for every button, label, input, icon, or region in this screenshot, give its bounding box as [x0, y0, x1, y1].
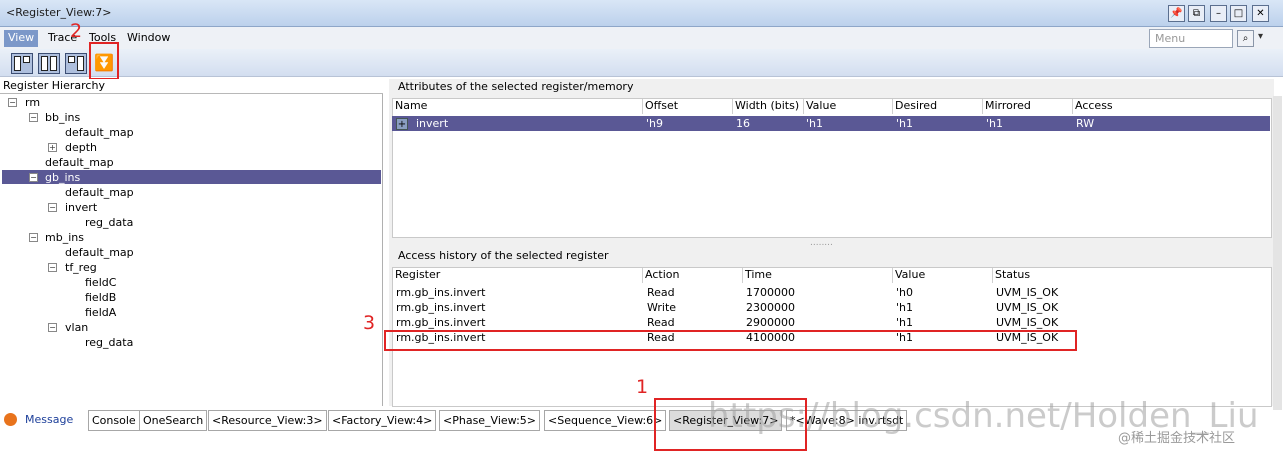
tree-node-mb-ins[interactable]: mb_ins: [45, 230, 84, 245]
col-width[interactable]: Width (bits): [733, 99, 804, 114]
cell-desired: 'h1: [896, 117, 913, 130]
table-cell: Read: [647, 286, 675, 299]
tree-node-reg-data[interactable]: reg_data: [85, 335, 133, 350]
col-time[interactable]: Time: [743, 268, 893, 283]
scrollbar[interactable]: [1273, 96, 1282, 410]
attributes-title: Attributes of the selected register/memo…: [398, 80, 634, 93]
annotation-number-3: 3: [363, 312, 376, 334]
col-status[interactable]: Status: [993, 268, 1271, 283]
annotation-number-1: 1: [636, 376, 649, 398]
tab-factory-view[interactable]: <Factory_View:4>: [328, 410, 437, 431]
collapse-icon[interactable]: −: [48, 263, 57, 272]
col-register[interactable]: Register: [393, 268, 643, 283]
table-cell: UVM_IS_OK: [996, 286, 1059, 299]
layout-right-icon[interactable]: [65, 53, 87, 74]
minimize-button[interactable]: –: [1210, 5, 1227, 22]
tree-node-fieldb[interactable]: fieldB: [85, 290, 116, 305]
table-row: rm.gb_ins.invert: [396, 316, 486, 329]
tree-node-default-map[interactable]: default_map: [65, 245, 134, 260]
annotation-box-3: [384, 330, 1077, 351]
col-action[interactable]: Action: [643, 268, 743, 283]
splitter-handle[interactable]: ........: [810, 236, 833, 251]
hierarchy-tree: [0, 94, 383, 406]
collapse-icon[interactable]: −: [29, 233, 38, 242]
collapse-icon[interactable]: −: [48, 203, 57, 212]
table-row: rm.gb_ins.invert: [396, 301, 486, 314]
close-button[interactable]: ✕: [1252, 5, 1269, 22]
table-cell: 'h0: [896, 286, 913, 299]
tree-node-fieldc[interactable]: fieldC: [85, 275, 116, 290]
expand-icon[interactable]: +: [48, 143, 57, 152]
col-name[interactable]: Name: [393, 99, 643, 114]
chevron-down-icon[interactable]: ▾: [1258, 31, 1263, 42]
cell-value: 'h1: [806, 117, 823, 130]
tree-node-default-map[interactable]: default_map: [45, 155, 114, 170]
tree-node-reg-data[interactable]: reg_data: [85, 215, 133, 230]
tab-console[interactable]: Console: [88, 410, 140, 431]
menu-window[interactable]: Window: [123, 30, 174, 47]
col-offset[interactable]: Offset: [643, 99, 733, 114]
cell-access: RW: [1076, 117, 1095, 130]
col-value[interactable]: Value: [893, 268, 993, 283]
expand-icon[interactable]: +: [396, 118, 408, 130]
menu-search-input[interactable]: Menu: [1149, 29, 1233, 48]
cell-offset: 'h9: [646, 117, 663, 130]
tree-node-vlan[interactable]: vlan: [65, 320, 88, 335]
menu-view[interactable]: View: [4, 30, 39, 47]
tree-node-rm[interactable]: rm: [25, 95, 40, 110]
col-value[interactable]: Value: [804, 99, 893, 114]
col-mirrored[interactable]: Mirrored: [983, 99, 1073, 114]
tree-node-invert[interactable]: invert: [65, 200, 97, 215]
collapse-icon[interactable]: −: [48, 323, 57, 332]
window-title: <Register_View:7>: [6, 6, 112, 19]
toolbar: [0, 49, 1283, 77]
collapse-icon[interactable]: −: [29, 173, 38, 182]
cell-width: 16: [736, 117, 750, 130]
tree-node-gb-ins[interactable]: gb_ins: [45, 170, 80, 185]
table-cell: UVM_IS_OK: [996, 316, 1059, 329]
menu-bar: [0, 27, 1283, 49]
tree-node-depth[interactable]: depth: [65, 140, 97, 155]
tree-node-default-map[interactable]: default_map: [65, 185, 134, 200]
tree-node-bb-ins[interactable]: bb_ins: [45, 110, 80, 125]
tree-node-tf-reg[interactable]: tf_reg: [65, 260, 97, 275]
pin-icon[interactable]: 📌: [1168, 5, 1185, 22]
annotation-box-2: [89, 42, 119, 80]
tab-resource-view[interactable]: <Resource_View:3>: [208, 410, 327, 431]
table-cell: 2300000: [746, 301, 795, 314]
tree-node-default-map[interactable]: default_map: [65, 125, 134, 140]
tab-onesearch[interactable]: OneSearch: [139, 410, 208, 431]
tab-message[interactable]: Message: [22, 410, 77, 431]
undock-icon[interactable]: ⧉: [1188, 5, 1205, 22]
table-cell: UVM_IS_OK: [996, 301, 1059, 314]
history-title: Access history of the selected register: [398, 249, 609, 262]
cell-mirrored: 'h1: [986, 117, 1003, 130]
tree-node-fielda[interactable]: fieldA: [85, 305, 116, 320]
search-icon[interactable]: ⌕: [1237, 30, 1254, 47]
table-cell: Read: [647, 316, 675, 329]
watermark-site: @稀土掘金技术社区: [1118, 431, 1236, 446]
col-desired[interactable]: Desired: [893, 99, 983, 114]
table-cell: 'h1: [896, 316, 913, 329]
table-cell: 'h1: [896, 301, 913, 314]
hierarchy-header: Register Hierarchy: [0, 79, 383, 94]
table-cell: 1700000: [746, 286, 795, 299]
tab-phase-view[interactable]: <Phase_View:5>: [439, 410, 540, 431]
message-icon: [4, 413, 17, 426]
layout-left-icon[interactable]: [11, 53, 33, 74]
attributes-row-selected[interactable]: [392, 116, 1270, 131]
table-cell: 2900000: [746, 316, 795, 329]
cell-name: invert: [416, 117, 449, 130]
annotation-number-2: 2: [70, 20, 83, 42]
collapse-icon[interactable]: −: [29, 113, 38, 122]
maximize-button[interactable]: □: [1230, 5, 1247, 22]
table-row: rm.gb_ins.invert: [396, 286, 486, 299]
window-titlebar: <Register_View:7> 📌 ⧉ – □ ✕: [0, 0, 1283, 27]
tab-sequence-view[interactable]: <Sequence_View:6>: [544, 410, 667, 431]
layout-split-icon[interactable]: [38, 53, 60, 74]
col-access[interactable]: Access: [1073, 99, 1271, 114]
collapse-icon[interactable]: −: [8, 98, 17, 107]
table-cell: Write: [647, 301, 677, 314]
